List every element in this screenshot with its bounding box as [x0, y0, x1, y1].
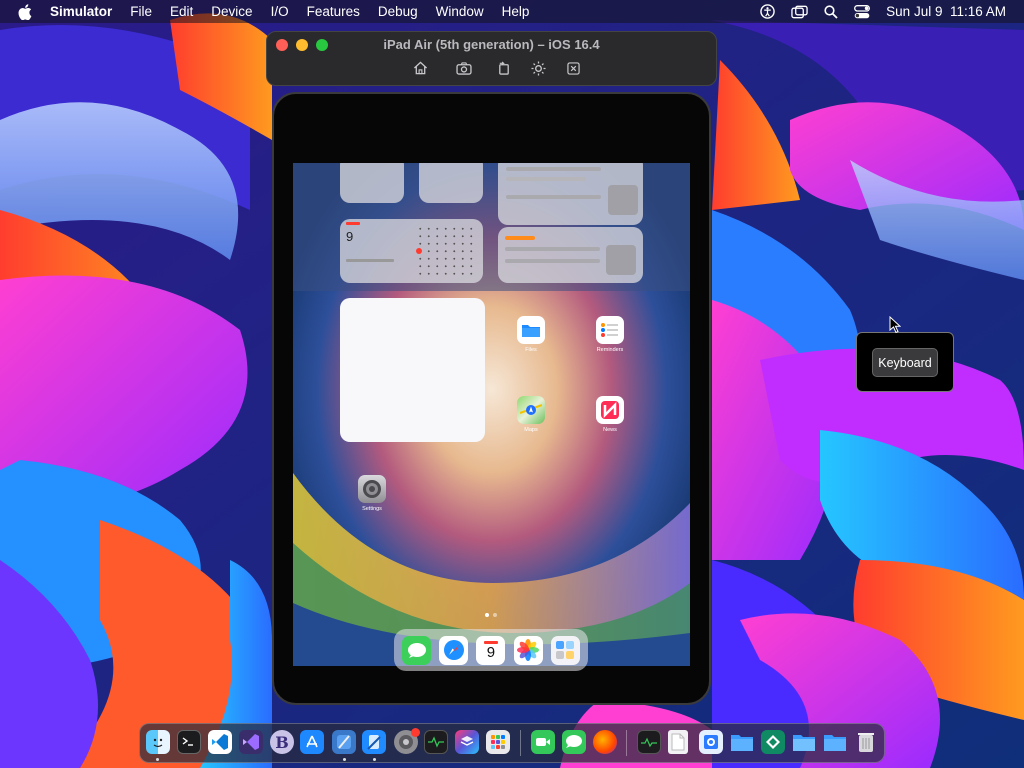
bbedit-icon[interactable]: B	[270, 730, 294, 754]
menu-bar: Simulator File Edit Device I/O Features …	[0, 0, 1024, 23]
photos-icon[interactable]	[513, 635, 543, 665]
maps-icon	[517, 396, 545, 424]
keyboard-popup: Keyboard	[856, 332, 954, 392]
calendar-widget-day: 9	[346, 229, 354, 244]
menu-features[interactable]: Features	[307, 4, 360, 19]
vscode-icon[interactable]	[208, 730, 232, 754]
menu-file[interactable]: File	[130, 4, 152, 19]
menu-debug[interactable]: Debug	[378, 4, 418, 19]
messages-mac-icon[interactable]	[562, 730, 586, 754]
simulator-titlebar[interactable]: iPad Air (5th generation) – iOS 16.4	[266, 31, 717, 86]
app-store-icon[interactable]	[300, 730, 324, 754]
menu-io[interactable]: I/O	[271, 4, 289, 19]
calendar-widget[interactable]: 9	[340, 219, 483, 283]
app-news[interactable]: News	[590, 396, 630, 433]
sourcetree-icon[interactable]	[761, 730, 785, 754]
messages-icon[interactable]	[402, 635, 432, 665]
notification-badge	[411, 728, 420, 737]
running-indicator	[373, 758, 376, 761]
ipad-screen[interactable]: 9 Files Reminders Maps News Settings	[293, 163, 690, 666]
dock-divider	[520, 730, 521, 756]
menu-window[interactable]: Window	[436, 4, 484, 19]
folder-icon[interactable]	[730, 730, 754, 754]
firefox-icon[interactable]	[593, 730, 617, 754]
accessibility-icon[interactable]	[760, 4, 775, 19]
control-center-icon[interactable]	[854, 4, 871, 19]
rotate-icon	[499, 61, 509, 75]
activity-monitor-icon[interactable]	[424, 730, 448, 754]
app-label: Maps	[524, 427, 538, 433]
documents-folder-icon[interactable]	[823, 730, 847, 754]
calendar-icon[interactable]: 9	[476, 635, 506, 665]
menu-app-name[interactable]: Simulator	[50, 4, 112, 19]
blank-widget[interactable]	[340, 298, 485, 442]
gear-icon	[358, 475, 386, 503]
home-button[interactable]	[411, 59, 429, 77]
app-library-icon[interactable]	[550, 635, 580, 665]
app-label: Files	[525, 347, 537, 353]
app-reminders[interactable]: Reminders	[590, 316, 630, 353]
widget-placeholder[interactable]	[340, 163, 404, 203]
running-indicator	[343, 758, 346, 761]
mac-dock: B	[139, 723, 885, 763]
visual-studio-icon[interactable]	[239, 730, 263, 754]
shortcuts-icon[interactable]	[455, 730, 479, 754]
screen-mirroring-icon[interactable]	[791, 5, 808, 19]
appearance-button[interactable]	[529, 59, 547, 77]
terminal-icon[interactable]	[177, 730, 201, 754]
safari-icon[interactable]	[439, 635, 469, 665]
menu-edit[interactable]: Edit	[170, 4, 193, 19]
dock-divider	[626, 730, 627, 756]
screenshot-button[interactable]	[455, 59, 473, 77]
xcode-icon[interactable]	[332, 730, 356, 754]
app-label: News	[603, 427, 617, 433]
reminders-icon	[596, 316, 624, 344]
news-widget-placeholder[interactable]	[498, 163, 643, 225]
home-icon	[413, 61, 427, 75]
app-label: Settings	[362, 506, 382, 512]
preview-icon[interactable]	[699, 730, 723, 754]
app-files[interactable]: Files	[511, 316, 551, 353]
simulator-title: iPad Air (5th generation) – iOS 16.4	[383, 37, 600, 52]
simulator-icon[interactable]	[362, 730, 386, 754]
close-square-icon	[566, 61, 580, 75]
calendar-dock-day: 9	[486, 643, 496, 661]
widget-placeholder[interactable]	[419, 163, 483, 203]
facetime-icon[interactable]	[531, 730, 555, 754]
trending-widget[interactable]	[498, 227, 643, 283]
appearance-icon	[530, 60, 546, 76]
running-indicator	[156, 758, 159, 761]
app-label: Reminders	[596, 347, 624, 353]
launchpad-icon[interactable]	[486, 730, 510, 754]
search-icon[interactable]	[824, 4, 838, 19]
menu-device[interactable]: Device	[211, 4, 252, 19]
menu-clock[interactable]: Sun Jul 9 11:16 AM	[886, 4, 1006, 19]
trash-icon[interactable]	[854, 730, 878, 754]
keyboard-button[interactable]: Keyboard	[872, 348, 938, 377]
mini-calendar-grid	[416, 225, 476, 277]
document-icon[interactable]	[668, 730, 688, 754]
console-icon[interactable]	[637, 730, 661, 754]
app-settings[interactable]: Settings	[352, 475, 392, 512]
page-indicator-dot[interactable]	[485, 613, 489, 617]
screenshot-icon	[456, 61, 472, 75]
files-icon	[517, 316, 545, 344]
news-icon	[596, 396, 624, 424]
finder-icon[interactable]	[146, 730, 170, 754]
rotate-button[interactable]	[495, 59, 513, 77]
menu-help[interactable]: Help	[502, 4, 530, 19]
downloads-folder-icon[interactable]	[792, 730, 816, 754]
app-maps[interactable]: Maps	[511, 396, 551, 433]
ipad-dock: 9	[394, 629, 588, 671]
mouse-cursor-icon	[889, 316, 901, 334]
apple-menu-icon[interactable]	[18, 3, 36, 20]
page-indicator-dot[interactable]	[493, 613, 497, 617]
close-square-button[interactable]	[564, 59, 582, 77]
